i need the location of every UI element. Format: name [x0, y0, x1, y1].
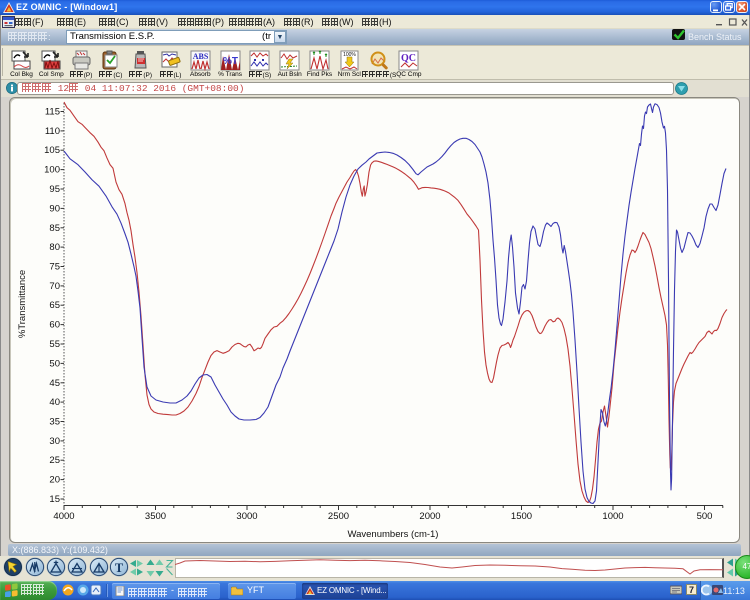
- svg-text:60: 60: [49, 320, 60, 331]
- svg-text:35: 35: [49, 417, 60, 428]
- svg-text:85: 85: [49, 223, 60, 234]
- svg-text:15: 15: [49, 494, 60, 505]
- svg-text:20: 20: [49, 475, 60, 486]
- svg-text:1000: 1000: [602, 511, 623, 522]
- svg-text:90: 90: [49, 203, 60, 214]
- svg-text:75: 75: [49, 262, 60, 273]
- svg-text:3000: 3000: [236, 511, 257, 522]
- svg-text:2500: 2500: [328, 511, 349, 522]
- svg-text:4000: 4000: [53, 511, 74, 522]
- svg-text:40: 40: [49, 397, 60, 408]
- svg-text:45: 45: [49, 378, 60, 389]
- svg-text:65: 65: [49, 300, 60, 311]
- svg-text:55: 55: [49, 339, 60, 350]
- svg-text:80: 80: [49, 242, 60, 253]
- svg-text:70: 70: [49, 281, 60, 292]
- svg-text:500: 500: [697, 511, 713, 522]
- svg-text:3500: 3500: [145, 511, 166, 522]
- svg-text:30: 30: [49, 436, 60, 447]
- svg-text:50: 50: [49, 358, 60, 369]
- svg-text:2000: 2000: [419, 511, 440, 522]
- svg-text:115: 115: [45, 107, 60, 118]
- svg-text:1500: 1500: [511, 511, 532, 522]
- svg-text:T: T: [115, 561, 124, 575]
- svg-text:110: 110: [45, 126, 60, 137]
- svg-text:95: 95: [49, 184, 60, 195]
- svg-text:%Transmittance: %Transmittance: [17, 270, 28, 338]
- svg-text:25: 25: [49, 455, 60, 466]
- svg-text:100: 100: [44, 165, 60, 176]
- svg-text:Wavenumbers (cm-1): Wavenumbers (cm-1): [348, 529, 439, 540]
- svg-text:105: 105: [44, 145, 60, 156]
